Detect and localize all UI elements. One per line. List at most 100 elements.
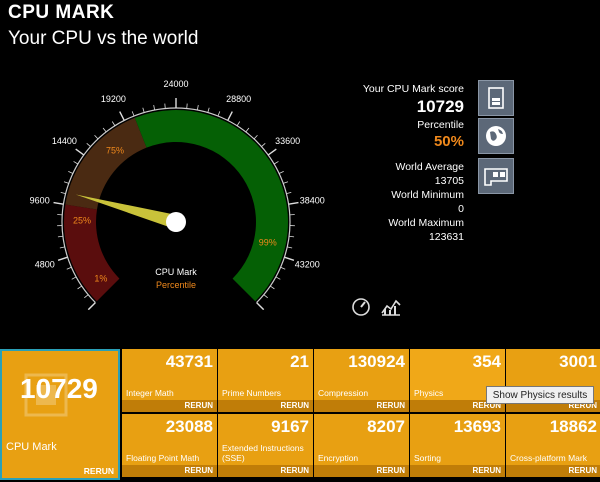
cpu-mark-tile[interactable]: 10729 CPU Mark RERUN xyxy=(0,349,120,480)
gauge-tick-label: 28800 xyxy=(226,94,251,104)
rerun-button[interactable]: RERUN xyxy=(218,400,313,412)
gauge-tick xyxy=(236,121,241,126)
gauge-tick xyxy=(217,111,221,117)
tile-encryption[interactable]: 8207 Encryption RERUN xyxy=(314,414,409,477)
gauge-tick-label: 9600 xyxy=(30,195,50,205)
gauge-tick xyxy=(119,111,125,121)
gauge-tick-label: 43200 xyxy=(295,260,320,270)
tile-label: Cross-platform Mark xyxy=(510,453,587,463)
cpu-mark-rerun-button[interactable]: RERUN xyxy=(84,466,114,476)
rerun-button[interactable]: RERUN xyxy=(314,400,409,412)
gauge-tick xyxy=(86,143,91,147)
tile-value: 23088 xyxy=(165,417,213,436)
gauge-tick xyxy=(196,105,199,111)
gauge-tick xyxy=(87,302,96,310)
world-average-value: 13705 xyxy=(434,175,464,187)
tile-prime-numbers[interactable]: 21 Prime Numbers RERUN xyxy=(218,349,313,412)
gauge-tick xyxy=(63,181,69,184)
chart-icon[interactable] xyxy=(380,296,402,318)
gauge-tick-label: 24000 xyxy=(163,79,188,89)
physics-tooltip: Show Physics results xyxy=(486,386,594,404)
gauge-tick xyxy=(287,246,293,249)
gauge-tick xyxy=(111,121,116,126)
gauge-tick xyxy=(270,285,275,290)
rerun-button[interactable]: RERUN xyxy=(410,465,505,477)
cpu-mark-tile-label: CPU Mark xyxy=(6,441,57,453)
tile-value: 354 xyxy=(472,352,501,371)
gauge-tick-label: 4800 xyxy=(35,260,55,270)
percentile-value: 50% xyxy=(433,133,464,150)
tile-value: 43731 xyxy=(165,352,213,371)
tile-sorting[interactable]: 13693 Sorting RERUN xyxy=(410,414,505,477)
rerun-button[interactable]: RERUN xyxy=(506,465,600,477)
tile-label: Physics xyxy=(414,388,444,398)
tile-label: Encryption xyxy=(318,453,359,463)
gauge-tick xyxy=(68,170,74,174)
gauge-tick xyxy=(227,111,233,121)
globe-icon[interactable] xyxy=(478,118,514,154)
world-minimum-value: 0 xyxy=(458,203,464,215)
rerun-button[interactable]: RERUN xyxy=(218,465,313,477)
world-minimum-label: World Minimum xyxy=(391,189,464,201)
gauge-tick xyxy=(207,107,210,113)
gauge-tick-label: 14400 xyxy=(52,136,77,146)
benchmark-tiles: 10729 CPU Mark RERUN 43731 Integer Math RE… xyxy=(0,347,600,482)
score-value: 10729 xyxy=(416,97,464,116)
tile-floating-point-math[interactable]: 23088 Floating Point Math RERUN xyxy=(122,414,217,477)
gauge-tick xyxy=(275,276,281,280)
gauge-tick xyxy=(142,107,145,113)
tile-integer-math[interactable]: 43731 Integer Math RERUN xyxy=(122,349,217,412)
gauge-center-sublabel: Percentile xyxy=(156,280,196,290)
gauge-tick xyxy=(77,285,82,290)
tile-label: Floating Point Math xyxy=(126,453,200,463)
gauge-tick xyxy=(94,134,99,140)
tile-label: Sorting xyxy=(414,453,441,463)
gauge-tick xyxy=(71,276,77,280)
gauge-tick xyxy=(75,148,85,156)
gauge-tick xyxy=(253,134,258,140)
rerun-button[interactable]: RERUN xyxy=(314,465,409,477)
page-subtitle: Your CPU vs the world xyxy=(8,28,199,49)
tile-value: 21 xyxy=(290,352,309,371)
tile-extended-instructions[interactable]: 9167 Extended Instructions (SSE) RERUN xyxy=(218,414,313,477)
gauge-tick xyxy=(59,246,65,249)
score-panel: Your CPU Mark score 10729 Percentile 50%… xyxy=(264,82,464,244)
world-maximum-label: World Maximum xyxy=(388,217,464,229)
gauge-tick xyxy=(60,192,66,195)
gauge-tick xyxy=(280,266,286,270)
tile-label: Prime Numbers xyxy=(222,388,282,398)
cpu-icon[interactable] xyxy=(478,158,514,194)
tile-label: Extended Instructions (SSE) xyxy=(222,443,304,463)
tile-compression[interactable]: 130924 Compression RERUN xyxy=(314,349,409,412)
tile-value: 13693 xyxy=(453,417,501,436)
gauge-tick xyxy=(57,235,63,238)
tile-value: 130924 xyxy=(348,352,405,371)
gauge-tick xyxy=(53,201,64,205)
world-maximum-value: 123631 xyxy=(428,231,464,243)
tile-label: Compression xyxy=(318,388,369,398)
tile-cross-platform-mark[interactable]: 18862 Cross-platform Mark RERUN xyxy=(506,414,600,477)
gauge-percentile-label: 1% xyxy=(94,273,107,283)
gauge-percentile-label: 25% xyxy=(73,216,91,226)
rerun-button[interactable]: RERUN xyxy=(122,400,217,412)
gauge-tick xyxy=(66,266,72,270)
gauge-center-label: CPU Mark xyxy=(155,267,197,277)
document-icon[interactable] xyxy=(478,80,514,116)
rerun-button[interactable]: RERUN xyxy=(122,465,217,477)
gauge-icon[interactable] xyxy=(350,296,372,318)
tile-value: 8207 xyxy=(367,417,405,436)
gauge-tick xyxy=(284,256,295,261)
score-label: Your CPU Mark score xyxy=(362,83,464,95)
page-title: CPU MARK xyxy=(8,2,115,23)
gauge-tick xyxy=(263,294,268,299)
world-average-label: World Average xyxy=(395,161,465,173)
tile-value: 3001 xyxy=(559,352,597,371)
gauge-tick xyxy=(256,302,265,310)
percentile-label: Percentile xyxy=(417,119,464,131)
gauge-tick xyxy=(153,105,156,111)
gauge-tick-label: 19200 xyxy=(101,94,126,104)
tile-value: 9167 xyxy=(271,417,309,436)
gauge-tick xyxy=(84,294,89,299)
gauge-tick xyxy=(131,111,135,117)
tile-label: Integer Math xyxy=(126,388,174,398)
